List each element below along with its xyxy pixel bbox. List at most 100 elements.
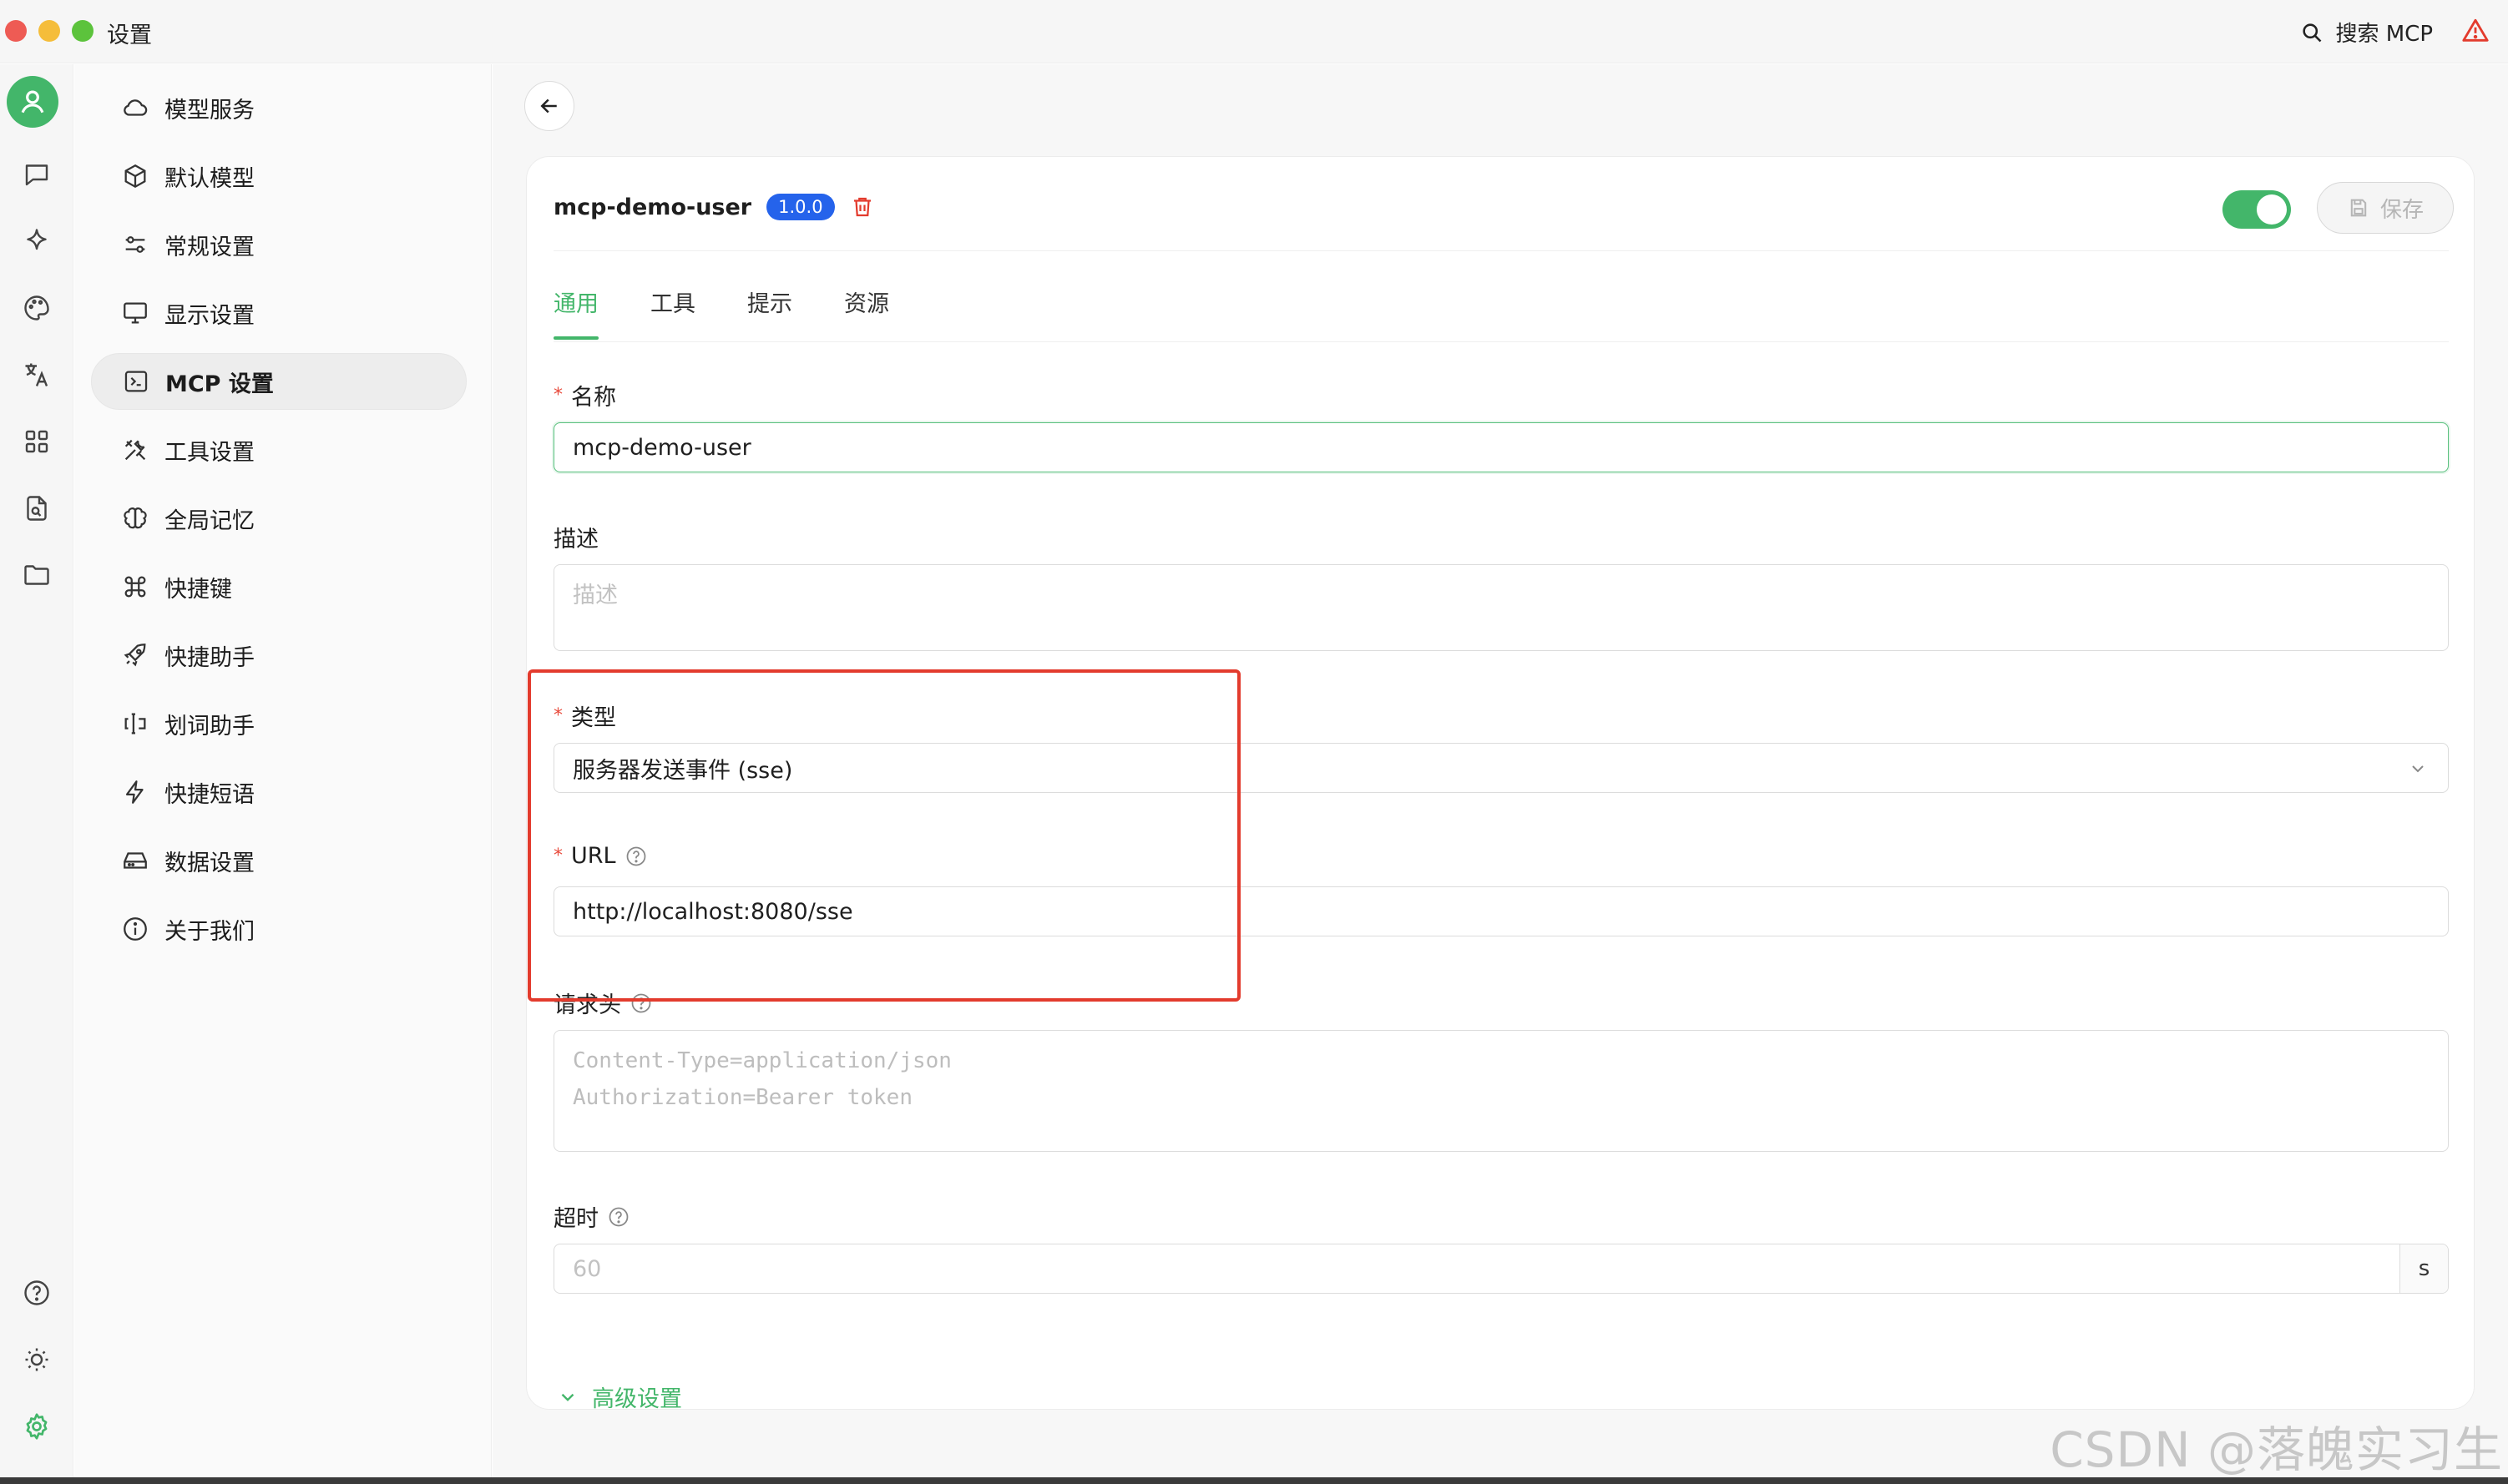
nav-item-mcp-settings[interactable]: MCP 设置 (91, 353, 467, 410)
nav-item-shortcuts[interactable]: 快捷键 (91, 558, 467, 615)
translate-icon (25, 363, 48, 386)
nav-item-selection-assistant[interactable]: 划词助手 (91, 695, 467, 752)
description-label: 描述 (554, 527, 599, 553)
sparkle-icon (27, 229, 47, 250)
help-circle-icon (24, 1280, 49, 1305)
rail-theme-button[interactable] (10, 1333, 63, 1386)
info-icon (124, 917, 147, 941)
nav-item-about-us[interactable]: 关于我们 (91, 901, 467, 957)
zap-icon (125, 780, 144, 804)
nav-item-label: 划词助手 (164, 713, 255, 739)
minimize-window-button[interactable] (38, 20, 60, 42)
gear-icon (26, 1413, 48, 1440)
headers-textarea[interactable]: Content-Type=application/json Authorizat… (554, 1030, 2449, 1152)
rail-chat-button[interactable] (10, 148, 63, 201)
timeout-placeholder: 60 (573, 1255, 602, 1282)
search-mcp-button[interactable]: 搜索 MCP (2300, 17, 2433, 48)
back-button[interactable] (524, 81, 574, 131)
tab-general[interactable]: 通用 (554, 285, 599, 340)
rail-files-button[interactable] (10, 482, 63, 535)
server-name: mcp-demo-user (554, 194, 752, 220)
nav-item-display-settings[interactable]: 显示设置 (91, 285, 467, 341)
grid-icon (25, 430, 48, 453)
nav-item-tool-settings[interactable]: 工具设置 (91, 421, 467, 478)
nav-item-label: 工具设置 (164, 439, 255, 466)
folder-icon (24, 565, 49, 585)
tab-resources[interactable]: 资源 (844, 285, 889, 340)
arrow-left-icon (540, 98, 557, 114)
search-mcp-label: 搜索 MCP (2335, 22, 2433, 47)
nav-item-quick-assistant[interactable]: 快捷助手 (91, 627, 467, 684)
nav-item-global-memory[interactable]: 全局记忆 (91, 490, 467, 547)
command-icon (124, 576, 146, 598)
cloud-icon (124, 99, 148, 116)
nav-item-model-service[interactable]: 模型服务 (91, 79, 467, 136)
nav-item-label: 关于我们 (164, 918, 255, 945)
tools-icon (124, 439, 146, 461)
hard-drive-icon (124, 852, 147, 869)
highlight-box (528, 669, 1241, 1002)
nav-item-label: 显示设置 (164, 302, 255, 329)
warning-icon[interactable] (2461, 17, 2490, 45)
rail-settings-button[interactable] (10, 1400, 63, 1453)
nav-item-label: 默认模型 (164, 165, 255, 192)
chevron-down-icon (561, 1393, 574, 1401)
nav-item-general-settings[interactable]: 常规设置 (91, 216, 467, 273)
zoom-window-button[interactable] (72, 20, 94, 42)
rail-help-button[interactable] (10, 1266, 63, 1320)
save-button[interactable]: 保存 (2317, 182, 2454, 234)
file-search-icon (27, 496, 47, 521)
help-circle-icon[interactable] (607, 1205, 630, 1229)
nav-item-label: 快捷短语 (164, 781, 255, 808)
advanced-settings-label: 高级设置 (592, 1386, 682, 1412)
title-bar: 设置 搜索 MCP (0, 0, 2508, 63)
nav-item-default-model[interactable]: 默认模型 (91, 148, 467, 204)
tab-tools[interactable]: 工具 (650, 285, 695, 340)
palette-icon (24, 295, 49, 321)
nav-item-quick-phrases[interactable]: 快捷短语 (91, 764, 467, 820)
search-icon (2303, 23, 2322, 42)
theme-toggle-icon (25, 1348, 48, 1371)
headers-placeholder: Content-Type=application/json Authorizat… (573, 1048, 952, 1110)
rail-paint-button[interactable] (10, 281, 63, 335)
timeout-input[interactable]: 60 s (554, 1244, 2449, 1294)
server-enabled-toggle[interactable] (2222, 190, 2291, 229)
window-title: 设置 (107, 23, 152, 48)
nav-item-label: 快捷助手 (164, 644, 255, 671)
description-textarea[interactable]: 描述 (554, 564, 2449, 651)
rail-folder-button[interactable] (10, 548, 63, 602)
close-window-button[interactable] (5, 20, 27, 42)
rail-apps-button[interactable] (10, 415, 63, 468)
tab-prompts[interactable]: 提示 (747, 285, 792, 340)
user-icon (21, 90, 44, 114)
description-placeholder: 描述 (573, 583, 618, 608)
app-icon-rail (0, 64, 73, 1484)
name-value: mcp-demo-user (573, 434, 751, 461)
trash-icon[interactable] (850, 194, 875, 220)
nav-item-label: 数据设置 (164, 850, 255, 876)
nav-item-data-settings[interactable]: 数据设置 (91, 832, 467, 889)
brain-icon (124, 507, 147, 529)
server-header: mcp-demo-user 1.0.0 (554, 194, 875, 220)
avatar[interactable] (7, 76, 58, 128)
settings-nav: 模型服务 默认模型 常规设置 显示设置 MCP 设置 工具设置 全局记忆 快捷键… (74, 64, 492, 1484)
terminal-icon (124, 371, 148, 392)
rocket-icon (124, 644, 146, 667)
tabs-divider (554, 341, 2449, 342)
name-label: * 名称 (554, 385, 616, 411)
advanced-settings-toggle[interactable]: 高级设置 (557, 1381, 682, 1413)
server-tabs: 通用 工具 提示 资源 (554, 285, 941, 340)
rail-agents-button[interactable] (10, 215, 63, 268)
version-badge: 1.0.0 (766, 194, 835, 220)
name-input[interactable]: mcp-demo-user (554, 422, 2449, 472)
chat-icon (25, 164, 48, 186)
nav-item-label: 模型服务 (164, 97, 255, 124)
header-divider (554, 250, 2449, 251)
sliders-icon (125, 236, 145, 253)
toggle-knob (2257, 194, 2287, 225)
monitor-icon (124, 302, 147, 324)
bottom-edge (0, 1477, 2508, 1484)
nav-item-label: 全局记忆 (164, 507, 255, 534)
nav-item-label: 常规设置 (164, 234, 255, 260)
rail-translate-button[interactable] (10, 348, 63, 401)
